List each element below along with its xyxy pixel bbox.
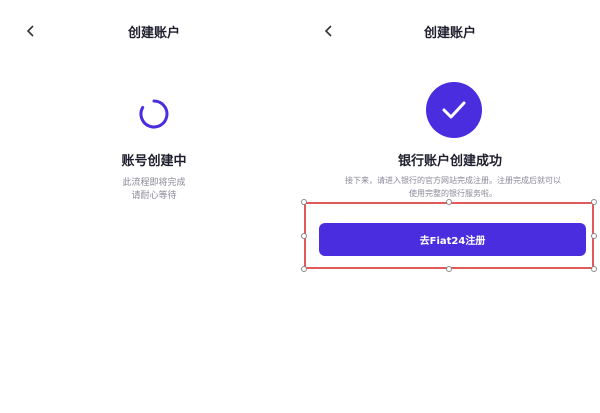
page-title: 创建账户 [423,26,476,41]
account-creating-screen: 创建账户 账号创建中 此流程即将完成 请耐心等待 [0,0,300,413]
status-description-line-2: 请耐心等待 [131,191,177,201]
resize-handle[interactable] [591,233,597,239]
checkmark-icon [442,101,466,119]
register-fiat24-button[interactable]: 去Fiat24注册 [319,223,586,256]
success-description-line-2: 使用完整的银行服务啦。 [409,189,497,198]
status-title: 账号创建中 [121,154,187,169]
resize-handle[interactable] [301,233,307,239]
resize-handle[interactable] [301,266,307,272]
resize-handle[interactable] [301,199,307,205]
success-title: 银行账户创建成功 [397,154,502,169]
resize-handle[interactable] [591,199,597,205]
status-description-line-1: 此流程即将完成 [122,178,186,188]
resize-handle[interactable] [591,266,597,272]
success-description-line-1: 接下来，请进入银行的官方网站完成注册。注册完成后就可以 [345,176,561,185]
success-description: 接下来，请进入银行的官方网站完成注册。注册完成后就可以 使用完整的银行服务啦。 [318,174,588,200]
loading-spinner-icon [139,99,169,129]
success-badge [426,82,482,138]
resize-handle[interactable] [446,266,452,272]
status-description: 此流程即将完成 请耐心等待 [4,177,304,203]
page-title: 创建账户 [127,26,180,41]
resize-handle[interactable] [446,199,452,205]
